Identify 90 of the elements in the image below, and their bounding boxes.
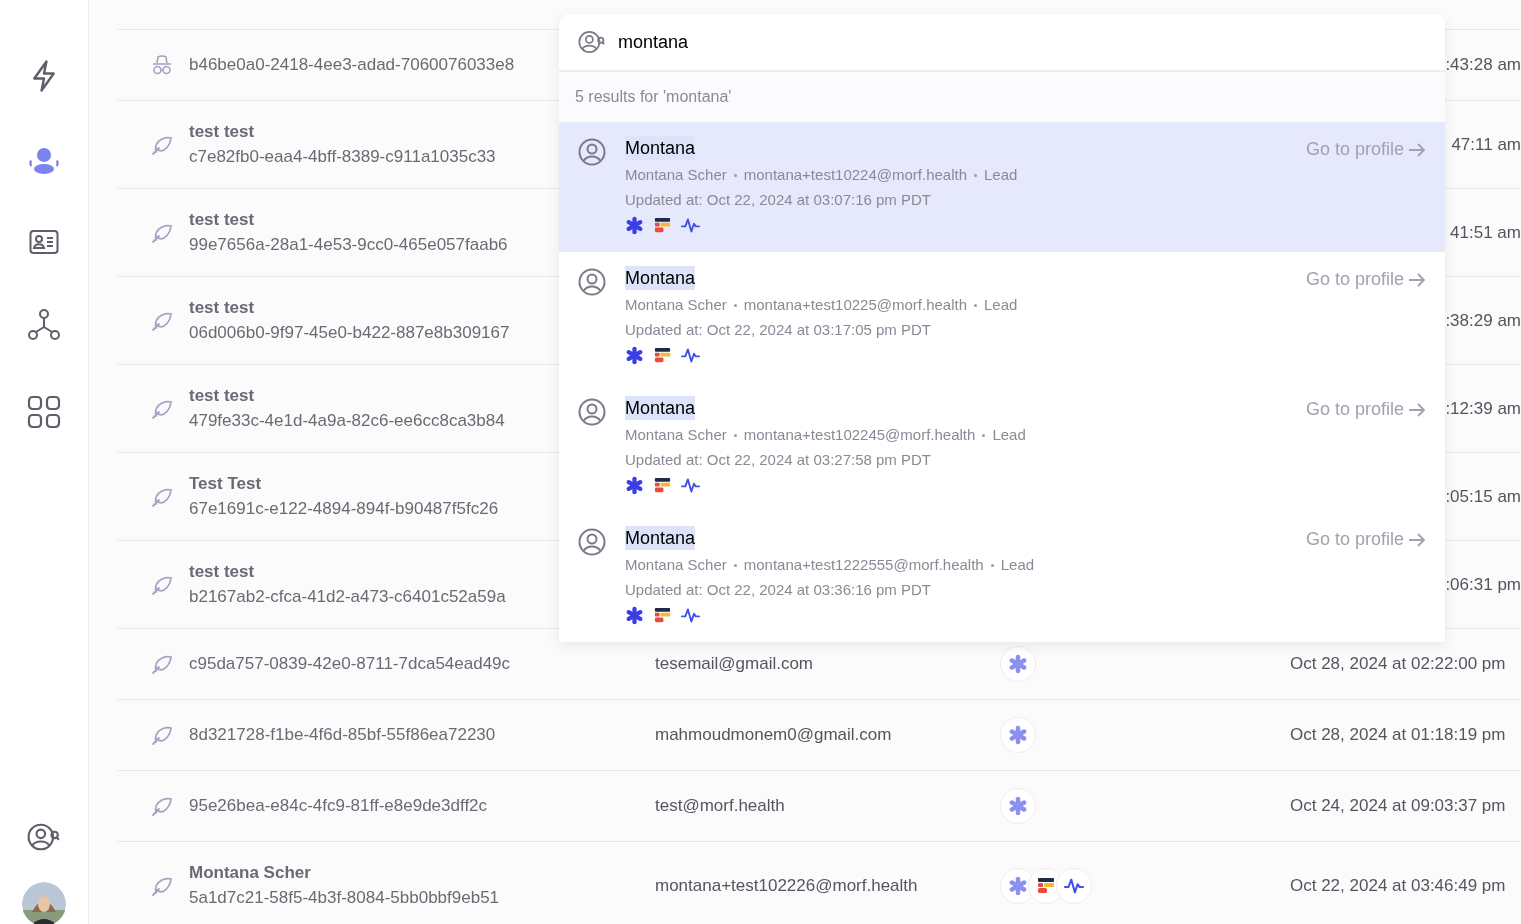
asterisk-icon [625,216,644,235]
asterisk-icon [625,476,644,495]
asterisk-icon [1008,875,1028,896]
contact-id: 479fe33c-4e1d-4a9a-82c6-ee6cc8ca3b84 [189,410,505,432]
contact-name: test test [189,209,255,231]
updated-date: Oct 24, 2024 at 09:03:37 pm [1290,795,1506,818]
email-text: tesemail@gmail.com [655,654,814,674]
email-text: montana+test102226@morf.health [655,875,918,895]
bars-logo-icon [653,216,672,235]
contact-name: test test [189,385,255,407]
email-text: mahmoudmonem0@gmail.com [655,725,892,745]
result-updated: Updated at: Oct 22, 2024 at 03:17:05 pm PDT [625,319,933,340]
search-field[interactable]: montana [618,28,1426,56]
person-icon [578,268,606,296]
result-item[interactable]: Montana Montana Scher montana+test10225@morf.health Lead Updated at: Oct 22, 2024 at 03:17:05 pm PDT Go to profile [559,252,1445,382]
updated-date: Oct 28, 2024 at 01:18:19 pm [1290,724,1506,747]
bars-logo-icon [653,346,672,365]
result-updated: Updated at: Oct 22, 2024 at 03:27:58 pm PDT [625,449,933,470]
updated-date: :38:29 am [1445,309,1521,332]
wave-icon [681,606,700,625]
result-detail: Lead [1000,555,1035,575]
wave-icon [681,216,700,235]
asterisk-icon [625,606,644,625]
contact-name: Test Test [189,473,262,495]
arrow-right-icon [1408,532,1426,547]
contact-name: test test [189,121,255,143]
result-detail: Montana Scher [625,555,727,575]
person-icon [578,398,606,426]
asterisk-icon [1008,796,1028,816]
contact-id: 8d321728-f1be-4f6d-85bf-55f86ea72230 [189,724,496,746]
result-detail: Lead [984,295,1018,315]
nodes-icon[interactable] [27,308,61,342]
contact-name: test test [189,561,255,583]
result-detail: Montana Scher [625,425,727,445]
result-name: Montana [625,526,696,550]
updated-date: :43:28 am [1445,54,1521,77]
updated-date: Oct 28, 2024 at 02:22:00 pm [1290,653,1506,676]
result-updated: Updated at: Oct 22, 2024 at 03:36:16 pm PDT [625,579,933,600]
result-item[interactable]: Montana Montana Scher montana+test102245@morf.health Lead Updated at: Oct 22, 2024 at 03:27:58 pm PDT Go to profile [559,382,1445,512]
contact-id: 5a1d7c21-58f5-4b3f-8084-5bb0bbf9eb51 [189,887,500,909]
results-count: 5 results for 'montana' [575,87,732,107]
asterisk-icon [1008,654,1028,674]
result-item[interactable]: Montana Montana Scher montana+test10224@morf.health Lead Updated at: Oct 22, 2024 at 03:07:16 pm PDT Go to profile [559,122,1445,252]
contact-card-icon[interactable] [29,229,59,255]
contact-id: 06d006b0-9f97-45e0-b422-887e8b309167 [189,322,510,344]
person-icon [578,528,606,556]
contact-id: 95e26bea-e84c-4fc9-81ff-e8e9de3dff2c [189,795,488,817]
incognito-icon [150,53,174,77]
arrow-right-icon [1408,272,1426,287]
contact-id: 99e7656a-28a1-4e53-9cc0-465e057faab6 [189,234,508,256]
result-detail: montana+test1222555@morf.health [743,555,984,575]
result-updated: Updated at: Oct 22, 2024 at 03:07:16 pm PDT [625,189,933,210]
updated-date: :06:31 pm [1445,573,1521,596]
arrow-right-icon [1408,402,1426,417]
arrow-right-icon [1408,142,1426,157]
result-detail: montana+test10224@morf.health [743,165,968,185]
updated-date: :05:15 am [1445,485,1521,508]
result-item[interactable]: Montana Montana Scher montana+test1222555@morf.health Lead Updated at: Oct 22, 2024 at 03:36:16 pm PDT Go to profile [559,512,1445,642]
updated-date: 47:11 am [1451,133,1521,156]
bars-logo-icon [653,476,672,495]
grid-icon[interactable] [27,395,61,429]
people-icon[interactable] [27,146,61,176]
contact-id: b2167ab2-cfca-41d2-a473-c6401c52a59a [189,586,506,608]
result-detail: montana+test10225@morf.health [743,295,968,315]
user-search-icon [578,28,606,56]
result-detail: Montana Scher [625,295,727,315]
result-detail: Lead [992,425,1026,445]
asterisk-icon [1008,725,1028,745]
result-detail: Lead [984,165,1018,185]
result-name: Montana [625,266,696,290]
contact-id: c95da757-0839-42e0-8711-7dca54ead49c [189,653,511,675]
contact-id: b46be0a0-2418-4ee3-adad-7060076033e8 [189,54,515,76]
updated-date: Oct 22, 2024 at 03:46:49 pm [1290,874,1506,897]
wave-icon [681,346,700,365]
result-detail: Montana Scher [625,165,727,185]
result-name: Montana [625,136,696,160]
contact-name: Montana Scher [189,862,311,884]
email-text: test@morf.health [655,796,785,816]
contact-name: test test [189,297,255,319]
contact-id: c7e82fb0-eaa4-4bff-8389-c911a1035c33 [189,146,496,168]
contact-id: 67e1691c-e122-4894-894f-b90487f5fc26 [189,498,499,520]
bars-logo-icon [1036,875,1056,896]
updated-date: :12:39 am [1445,397,1521,420]
result-detail: montana+test102245@morf.health [743,425,976,445]
wave-icon [681,476,700,495]
bars-logo-icon [653,606,672,625]
asterisk-icon [625,346,644,365]
result-name: Montana [625,396,696,420]
updated-date: 41:51 am [1450,221,1521,244]
person-icon [578,138,606,166]
